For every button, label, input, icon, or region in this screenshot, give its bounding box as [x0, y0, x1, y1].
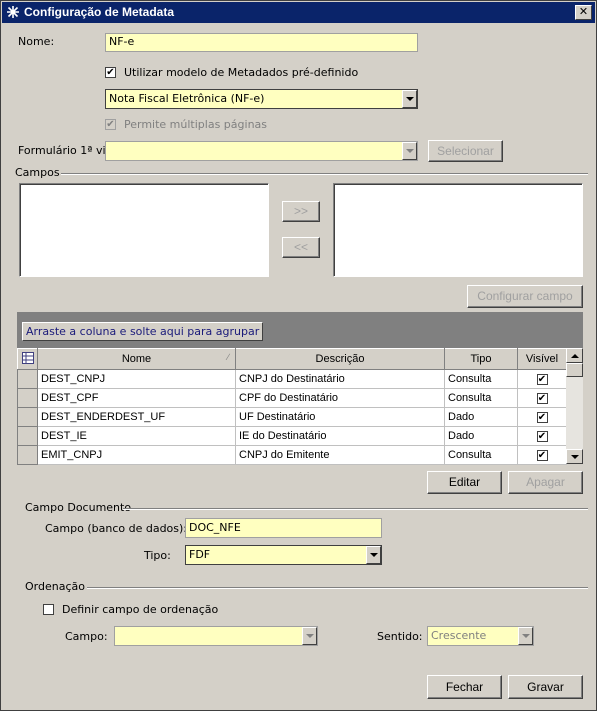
cell-descricao[interactable]: IE do Destinatário — [235, 426, 445, 446]
chevron-down-icon[interactable] — [518, 627, 533, 645]
definir-ordenacao-checkbox[interactable] — [43, 604, 54, 615]
tipo-select-value: FDF — [189, 548, 211, 561]
fields-grid: Arraste a coluna e solte aqui para agrup… — [17, 312, 583, 465]
ordenacao-campo-label: Campo: — [65, 630, 108, 643]
column-header-nome[interactable]: Nome ∕ — [37, 348, 236, 370]
cell-descricao[interactable]: UF Destinatário — [235, 407, 445, 427]
sentido-select[interactable]: Crescente — [427, 626, 534, 646]
table-row[interactable]: DEST_ENDERDEST_UF UF Destinatário Dado ✔ — [17, 407, 567, 427]
definir-ordenacao-label: Definir campo de ordenação — [62, 603, 219, 616]
apagar-button[interactable]: Apagar — [508, 471, 583, 494]
chevron-down-icon[interactable] — [366, 546, 381, 564]
campo-db-label: Campo (banco de dados): — [45, 522, 188, 535]
column-header-descricao[interactable]: Descrição — [235, 348, 445, 370]
cell-nome[interactable]: EMIT_CNPJ — [37, 445, 236, 465]
usar-modelo-checkbox[interactable]: ✔ — [105, 67, 116, 78]
cell-visivel[interactable]: ✔ — [517, 388, 567, 408]
visivel-checkbox[interactable]: ✔ — [536, 411, 548, 423]
cell-tipo[interactable]: Consulta — [444, 369, 518, 389]
visivel-checkbox[interactable]: ✔ — [536, 392, 548, 404]
table-row[interactable]: EMIT_CNPJ CNPJ do Emitente Consulta ✔ — [17, 445, 567, 465]
tipo-select[interactable]: FDF — [185, 545, 382, 565]
ordenacao-campo-select[interactable] — [114, 626, 318, 646]
campo-documento-group-label: Campo Documento — [25, 501, 132, 514]
cell-descricao[interactable]: CNPJ do Emitente — [235, 445, 445, 465]
row-selector[interactable] — [17, 426, 38, 446]
nome-label: Nome: — [18, 35, 55, 48]
campo-documento-separator — [123, 508, 588, 510]
cell-nome[interactable]: DEST_CPF — [37, 388, 236, 408]
close-icon: ✕ — [578, 5, 589, 18]
move-left-button[interactable]: << — [282, 237, 320, 258]
campos-separator — [61, 173, 588, 175]
cell-descricao[interactable]: CPF do Destinatário — [235, 388, 445, 408]
multiplas-paginas-checkbox: ✔ — [105, 119, 116, 130]
chevron-down-icon[interactable] — [402, 90, 417, 108]
ordenacao-group-label: Ordenação — [25, 580, 85, 593]
ordenacao-separator — [87, 587, 588, 589]
formulario-label: Formulário 1ª via: — [18, 144, 116, 157]
campo-db-input[interactable]: DOC_NFE — [185, 518, 382, 538]
table-row[interactable]: DEST_IE IE do Destinatário Dado ✔ — [17, 426, 567, 446]
sentido-label: Sentido: — [377, 630, 423, 643]
fechar-button[interactable]: Fechar — [427, 675, 502, 699]
editar-button[interactable]: Editar — [427, 471, 502, 494]
scroll-thumb[interactable] — [566, 363, 583, 377]
row-selector[interactable] — [17, 388, 38, 408]
cell-tipo[interactable]: Consulta — [444, 388, 518, 408]
multiplas-paginas-label: Permite múltiplas páginas — [124, 118, 268, 131]
nome-input[interactable]: NF-e — [105, 33, 418, 52]
title-bar[interactable]: Configuração de Metadata ✕ — [2, 2, 595, 23]
table-row[interactable]: DEST_CPF CPF do Destinatário Consulta ✔ — [17, 388, 567, 408]
column-chooser-icon[interactable] — [17, 348, 38, 370]
cell-visivel[interactable]: ✔ — [517, 445, 567, 465]
cell-nome[interactable]: DEST_IE — [37, 426, 236, 446]
sort-icon: ∕ — [227, 352, 229, 362]
scroll-up-icon[interactable] — [566, 348, 583, 363]
metadata-config-window: Configuração de Metadata ✕ Nome: NF-e ✔ … — [0, 0, 597, 711]
cell-tipo[interactable]: Dado — [444, 426, 518, 446]
tipo-label: Tipo: — [144, 549, 171, 562]
grid-scrollbar[interactable] — [566, 348, 583, 464]
cell-nome[interactable]: DEST_CNPJ — [37, 369, 236, 389]
cell-visivel[interactable]: ✔ — [517, 369, 567, 389]
column-header-visivel[interactable]: Visível — [517, 348, 567, 370]
column-header-tipo[interactable]: Tipo — [444, 348, 518, 370]
cell-descricao[interactable]: CNPJ do Destinatário — [235, 369, 445, 389]
visivel-checkbox[interactable]: ✔ — [536, 430, 548, 442]
visivel-checkbox[interactable]: ✔ — [536, 449, 548, 461]
available-fields-list[interactable] — [19, 183, 269, 277]
table-row[interactable]: DEST_CNPJ CNPJ do Destinatário Consulta … — [17, 369, 567, 389]
campos-group-label: Campos — [15, 166, 60, 179]
table-header-row: Nome ∕ Descrição Tipo Visível — [17, 348, 567, 370]
gravar-button[interactable]: Gravar — [508, 675, 583, 699]
row-selector[interactable] — [17, 369, 38, 389]
cell-visivel[interactable]: ✔ — [517, 407, 567, 427]
row-selector[interactable] — [17, 445, 38, 465]
scroll-down-icon[interactable] — [566, 449, 583, 464]
usar-modelo-label: Utilizar modelo de Metadados pré-definid… — [124, 66, 359, 79]
cell-tipo[interactable]: Consulta — [444, 445, 518, 465]
formulario-select[interactable] — [105, 141, 418, 161]
row-selector[interactable] — [17, 407, 38, 427]
group-by-panel[interactable]: Arraste a coluna e solte aqui para agrup… — [22, 322, 264, 341]
app-icon — [6, 5, 20, 22]
close-button[interactable]: ✕ — [575, 5, 592, 20]
chevron-down-icon[interactable] — [302, 627, 317, 645]
sentido-value: Crescente — [431, 629, 487, 642]
modelo-select-value: Nota Fiscal Eletrônica (NF-e) — [109, 92, 265, 105]
configurar-campo-button[interactable]: Configurar campo — [467, 285, 583, 308]
cell-tipo[interactable]: Dado — [444, 407, 518, 427]
window-title: Configuração de Metadata — [24, 5, 175, 19]
cell-visivel[interactable]: ✔ — [517, 426, 567, 446]
chevron-down-icon[interactable] — [402, 142, 417, 160]
selecionar-button[interactable]: Selecionar — [428, 140, 503, 162]
selected-fields-list[interactable] — [333, 183, 583, 277]
move-right-button[interactable]: >> — [282, 201, 320, 222]
visivel-checkbox[interactable]: ✔ — [536, 373, 548, 385]
modelo-select[interactable]: Nota Fiscal Eletrônica (NF-e) — [105, 89, 418, 109]
fields-table: Nome ∕ Descrição Tipo Visível DEST_CNPJ C… — [17, 348, 567, 465]
cell-nome[interactable]: DEST_ENDERDEST_UF — [37, 407, 236, 427]
